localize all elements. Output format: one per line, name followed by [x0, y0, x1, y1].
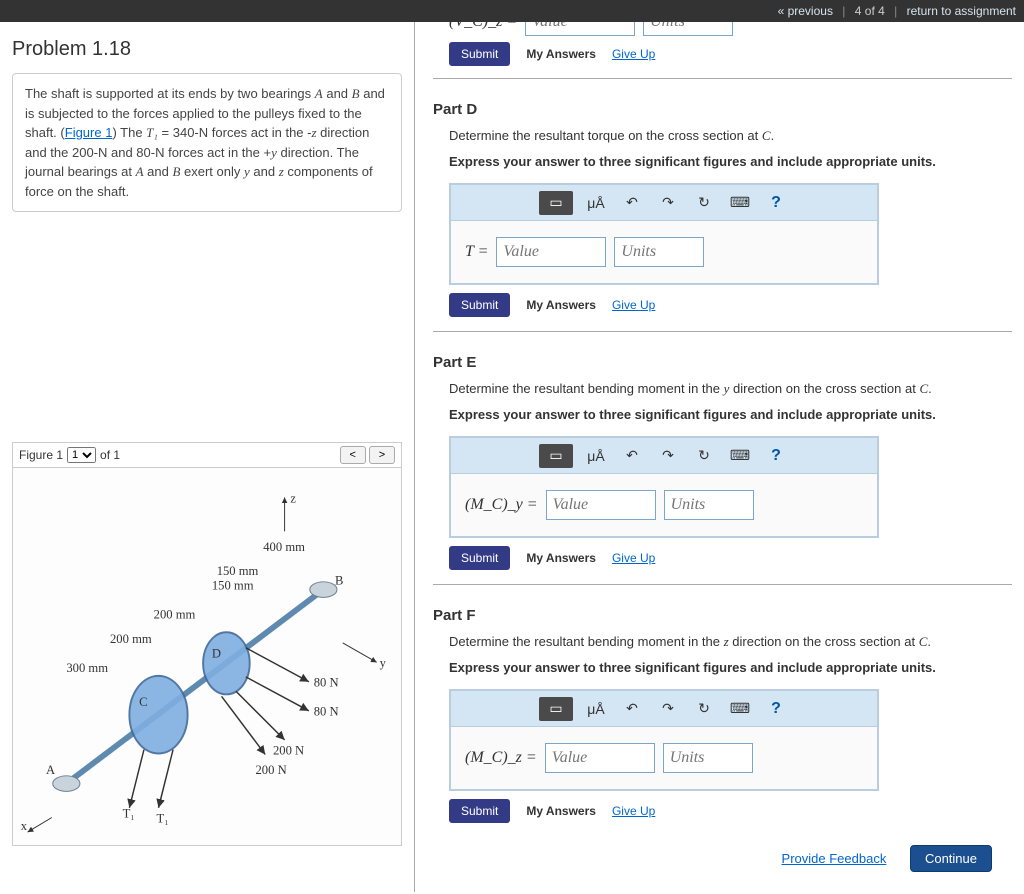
partc-value-input[interactable] — [525, 22, 635, 36]
svg-text:200 N: 200 N — [273, 743, 304, 757]
right-panel: (V_C)_z = Submit My Answers Give Up Part… — [415, 22, 1024, 892]
svg-text:x: x — [21, 819, 28, 833]
symbols-icon[interactable]: μÅ — [583, 444, 609, 468]
part-d: Part D Determine the resultant torque on… — [433, 97, 1012, 332]
symbols-icon[interactable]: μÅ — [583, 191, 609, 215]
svg-text:200 mm: 200 mm — [110, 632, 152, 646]
continue-button[interactable]: Continue — [910, 845, 992, 872]
partc-myanswers[interactable]: My Answers — [526, 47, 596, 61]
partf-title: Part F — [433, 603, 1012, 632]
svg-text:C: C — [139, 695, 147, 709]
format-icon[interactable]: ▭ — [539, 697, 573, 721]
redo-icon[interactable]: ↷ — [655, 444, 681, 468]
problem-description: The shaft is supported at its ends by tw… — [12, 73, 402, 212]
parte-lhs: (M_C)_y = — [465, 496, 538, 514]
reset-icon[interactable]: ↻ — [691, 191, 717, 215]
parte-value-input[interactable] — [546, 490, 656, 520]
svg-text:z: z — [290, 491, 296, 505]
previous-link[interactable]: « previous — [778, 4, 833, 18]
partf-submit-button[interactable]: Submit — [449, 799, 510, 823]
provide-feedback-link[interactable]: Provide Feedback — [782, 851, 887, 866]
position-indicator: 4 of 4 — [855, 4, 885, 18]
partd-myanswers[interactable]: My Answers — [526, 298, 596, 312]
help-icon[interactable]: ? — [763, 191, 789, 215]
partc-units-input[interactable] — [643, 22, 733, 36]
symbols-icon[interactable]: μÅ — [583, 697, 609, 721]
partf-units-input[interactable] — [663, 743, 753, 773]
partc-lhs: (V_C)_z = — [449, 22, 517, 31]
undo-icon[interactable]: ↶ — [619, 191, 645, 215]
left-panel: Problem 1.18 The shaft is supported at i… — [0, 22, 415, 892]
partd-value-input[interactable] — [496, 237, 606, 267]
top-nav: « previous | 4 of 4 | return to assignme… — [0, 0, 1024, 22]
partd-units-input[interactable] — [614, 237, 704, 267]
svg-text:80 N: 80 N — [314, 705, 339, 719]
partd-toolbar: ▭ μÅ ↶ ↷ ↻ ⌨ ? — [451, 185, 877, 221]
partd-title: Part D — [433, 97, 1012, 126]
part-c-partial: (V_C)_z = Submit My Answers Give Up — [433, 22, 1012, 79]
svg-text:A: A — [46, 763, 56, 777]
parte-myanswers[interactable]: My Answers — [526, 551, 596, 565]
partc-giveup-link[interactable]: Give Up — [612, 47, 655, 61]
partf-answerbox: ▭ μÅ ↶ ↷ ↻ ⌨ ? (M_C)_z = — [449, 689, 879, 791]
svg-text:y: y — [380, 656, 387, 670]
figure-header: Figure 1 1 of 1 < > — [12, 442, 402, 468]
partf-myanswers[interactable]: My Answers — [526, 804, 596, 818]
part-f: Part F Determine the resultant bending m… — [433, 603, 1012, 837]
redo-icon[interactable]: ↷ — [655, 697, 681, 721]
part-e: Part E Determine the resultant bending m… — [433, 350, 1012, 585]
svg-text:D: D — [212, 646, 221, 660]
parte-submit-button[interactable]: Submit — [449, 546, 510, 570]
partf-lhs: (M_C)_z = — [465, 749, 537, 767]
figure-select[interactable]: 1 — [67, 447, 96, 463]
parte-title: Part E — [433, 350, 1012, 379]
reset-icon[interactable]: ↻ — [691, 697, 717, 721]
svg-text:300 mm: 300 mm — [66, 661, 108, 675]
partf-toolbar: ▭ μÅ ↶ ↷ ↻ ⌨ ? — [451, 691, 877, 727]
svg-text:200 N: 200 N — [255, 763, 286, 777]
partf-giveup-link[interactable]: Give Up — [612, 804, 655, 818]
partf-value-input[interactable] — [545, 743, 655, 773]
reset-icon[interactable]: ↻ — [691, 444, 717, 468]
partd-submit-button[interactable]: Submit — [449, 293, 510, 317]
format-icon[interactable]: ▭ — [539, 191, 573, 215]
format-icon[interactable]: ▭ — [539, 444, 573, 468]
problem-title: Problem 1.18 — [12, 32, 402, 73]
svg-text:150 mm: 150 mm — [212, 579, 254, 593]
redo-icon[interactable]: ↷ — [655, 191, 681, 215]
partd-instr: Express your answer to three significant… — [433, 150, 1012, 179]
figure-next-button[interactable]: > — [369, 446, 395, 464]
undo-icon[interactable]: ↶ — [619, 444, 645, 468]
svg-text:B: B — [335, 574, 343, 588]
footer-links: Provide Feedback Continue — [433, 837, 1012, 872]
partd-lhs: T = — [465, 243, 488, 261]
help-icon[interactable]: ? — [763, 444, 789, 468]
parte-units-input[interactable] — [664, 490, 754, 520]
figure-image: x z y A B C D 400 mm 150 mm 150 mm 200 m… — [12, 468, 402, 846]
figure-prev-button[interactable]: < — [340, 446, 366, 464]
keyboard-icon[interactable]: ⌨ — [727, 697, 753, 721]
svg-text:80 N: 80 N — [314, 676, 339, 690]
figure-label: Figure 1 — [19, 448, 63, 462]
parte-toolbar: ▭ μÅ ↶ ↷ ↻ ⌨ ? — [451, 438, 877, 474]
keyboard-icon[interactable]: ⌨ — [727, 191, 753, 215]
undo-icon[interactable]: ↶ — [619, 697, 645, 721]
figure-of: of 1 — [100, 448, 120, 462]
partf-instr: Express your answer to three significant… — [433, 656, 1012, 685]
parte-answerbox: ▭ μÅ ↶ ↷ ↻ ⌨ ? (M_C)_y = — [449, 436, 879, 538]
partd-answerbox: ▭ μÅ ↶ ↷ ↻ ⌨ ? T = — [449, 183, 879, 285]
svg-text:T₁: T₁ — [157, 811, 169, 825]
svg-text:400 mm: 400 mm — [263, 540, 305, 554]
partd-giveup-link[interactable]: Give Up — [612, 298, 655, 312]
partc-submit-button[interactable]: Submit — [449, 42, 510, 66]
help-icon[interactable]: ? — [763, 697, 789, 721]
keyboard-icon[interactable]: ⌨ — [727, 444, 753, 468]
figure-link[interactable]: Figure 1 — [65, 125, 113, 140]
svg-text:150 mm: 150 mm — [217, 564, 259, 578]
parte-instr: Express your answer to three significant… — [433, 403, 1012, 432]
return-link[interactable]: return to assignment — [907, 4, 1016, 18]
svg-text:T₁: T₁ — [123, 807, 135, 821]
svg-text:200 mm: 200 mm — [154, 608, 196, 622]
parte-giveup-link[interactable]: Give Up — [612, 551, 655, 565]
